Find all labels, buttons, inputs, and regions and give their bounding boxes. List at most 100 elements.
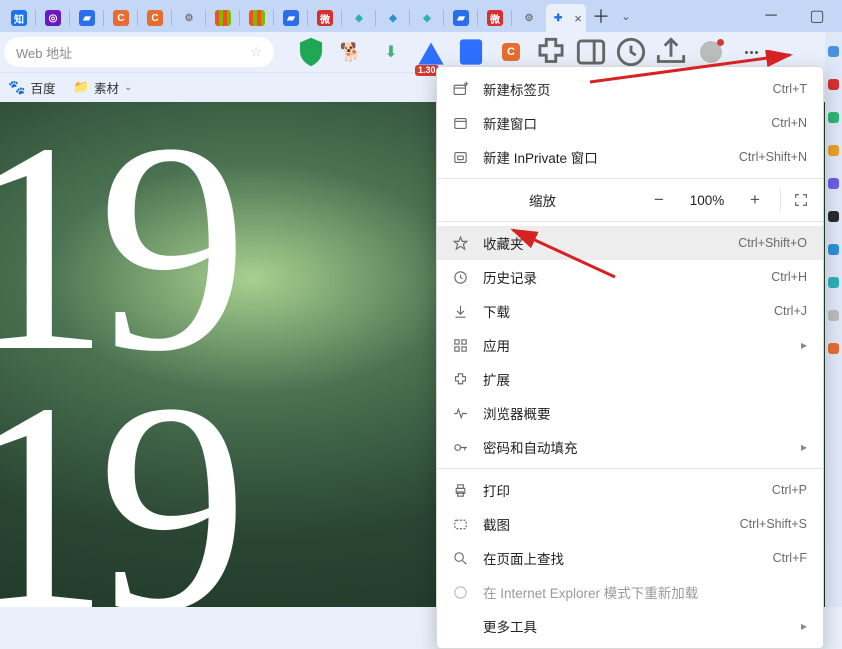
tab-8[interactable]: ▰ [274,4,308,32]
settings-more-button[interactable] [732,34,770,70]
menu-new-tab[interactable]: 新建标签页 Ctrl+T [437,72,823,106]
maximize-button[interactable]: ▢ [794,0,840,32]
zoom-label: 缩放 [451,190,634,210]
download-icon [451,302,469,320]
tab-7[interactable] [240,4,274,32]
fullscreen-button[interactable] [780,189,809,211]
menu-print[interactable]: 打印 Ctrl+P [437,473,823,507]
menu-label: 扩展 [483,369,807,389]
paw-icon: 🐾 [8,79,25,96]
zoom-out-button[interactable]: − [644,190,674,210]
tab-overflow-button[interactable]: ⌄ [616,10,636,23]
menu-new-inprivate[interactable]: 新建 InPrivate 窗口 Ctrl+Shift+N [437,140,823,174]
menu-separator [437,468,823,469]
ext-icon-5[interactable]: C [492,34,530,70]
ext-icon-1[interactable]: 🐕 [332,34,370,70]
tab-6[interactable] [206,4,240,32]
extensions-icon[interactable] [532,34,570,70]
pulse-icon [451,404,469,422]
tab-15[interactable]: ⚙ [512,4,546,32]
zoom-in-button[interactable]: + [740,190,770,210]
ext-icon-3[interactable]: 1.30 [412,34,450,70]
sidebar-app-9[interactable] [828,310,839,321]
sidebar-app-7[interactable] [828,244,839,255]
sidebar-app-3[interactable] [828,112,839,123]
main-menu: 新建标签页 Ctrl+T 新建窗口 Ctrl+N 新建 InPrivate 窗口… [436,66,824,649]
tab-11[interactable]: ◆ [376,4,410,32]
menu-shortcut: Ctrl+Shift+S [740,517,807,531]
search-icon [451,549,469,567]
menu-favorites[interactable]: 收藏夹 Ctrl+Shift+O [437,226,823,260]
tab-14[interactable]: 微 [478,4,512,32]
menu-shortcut: Ctrl+J [774,304,807,318]
close-icon[interactable]: × [574,11,582,26]
menu-new-window[interactable]: 新建窗口 Ctrl+N [437,106,823,140]
minimize-button[interactable]: ─ [748,0,794,32]
bookmark-folder[interactable]: 📁 素材 ⌄ [73,78,132,97]
history-icon[interactable] [612,34,650,70]
star-icon [451,234,469,252]
menu-shortcut: Ctrl+F [773,551,807,565]
menu-apps[interactable]: 应用 ▸ [437,328,823,362]
menu-label: 密码和自动填充 [483,437,787,457]
sidebar-app-10[interactable] [828,343,839,354]
tab-10[interactable]: ◆ [342,4,376,32]
window-controls: ─ ▢ [748,0,840,32]
title-bar: 知 ◎ ▰ C C ⚙ ▰ 微 ◆ ◆ ◆ ▰ 微 ⚙ ✚ × ＋ ⌄ ─ ▢ [0,0,842,32]
bookmark-baidu[interactable]: 🐾 百度 [8,78,55,97]
sidebar-app-6[interactable] [828,211,839,222]
menu-ie-mode: 在 Internet Explorer 模式下重新加载 [437,575,823,609]
sidepanel-icon[interactable] [572,34,610,70]
sidebar-app-8[interactable] [828,277,839,288]
menu-shortcut: Ctrl+N [771,116,807,130]
menu-passwords[interactable]: 密码和自动填充 ▸ [437,430,823,464]
snip-icon [451,515,469,533]
tab-2[interactable]: ▰ [70,4,104,32]
shield-icon[interactable] [292,34,330,70]
tab-5[interactable]: ⚙ [172,4,206,32]
sidebar-app-4[interactable] [828,145,839,156]
sidebar-app-1[interactable] [828,46,839,57]
tab-active[interactable]: ✚ × [546,4,586,32]
profile-avatar[interactable] [692,34,730,70]
new-tab-button[interactable]: ＋ [586,3,616,29]
ext-icon-4[interactable] [452,34,490,70]
tab-1[interactable]: ◎ [36,4,70,32]
tab-4[interactable]: C [138,4,172,32]
menu-history[interactable]: 历史记录 Ctrl+H [437,260,823,294]
window-icon [451,114,469,132]
menu-label: 截图 [483,514,726,534]
star-icon[interactable]: ☆ [250,44,262,60]
tab-13[interactable]: ▰ [444,4,478,32]
menu-extensions[interactable]: 扩展 [437,362,823,396]
inprivate-icon [451,148,469,166]
tab-3[interactable]: C [104,4,138,32]
sidebar-app-2[interactable] [828,79,839,90]
menu-more-tools[interactable]: 更多工具 ▸ [437,609,823,643]
menu-performance[interactable]: 浏览器概要 [437,396,823,430]
apps-icon [451,336,469,354]
menu-label: 下载 [483,301,760,321]
badge-130: 1.30 [415,65,439,76]
menu-shortcut: Ctrl+Shift+N [739,150,807,164]
menu-shortcut: Ctrl+Shift+O [738,236,807,250]
tab-0[interactable]: 知 [2,4,36,32]
menu-shortcut: Ctrl+T [773,82,807,96]
sidebar-app-5[interactable] [828,178,839,189]
menu-label: 收藏夹 [483,233,724,253]
menu-label: 更多工具 [483,616,787,636]
address-bar[interactable]: Web 地址 ☆ [4,37,274,67]
key-icon [451,438,469,456]
menu-downloads[interactable]: 下载 Ctrl+J [437,294,823,328]
share-icon[interactable] [652,34,690,70]
tab-9[interactable]: 微 [308,4,342,32]
menu-shortcut: Ctrl+P [772,483,807,497]
menu-shortcut: Ctrl+H [771,270,807,284]
menu-find[interactable]: 在页面上查找 Ctrl+F [437,541,823,575]
ext-icon-2[interactable]: ⬇ [372,34,410,70]
menu-screenshot[interactable]: 截图 Ctrl+Shift+S [437,507,823,541]
edge-sidebar [825,32,842,607]
tab-12[interactable]: ◆ [410,4,444,32]
menu-label: 新建 InPrivate 窗口 [483,147,725,167]
chevron-right-icon: ▸ [801,619,807,633]
